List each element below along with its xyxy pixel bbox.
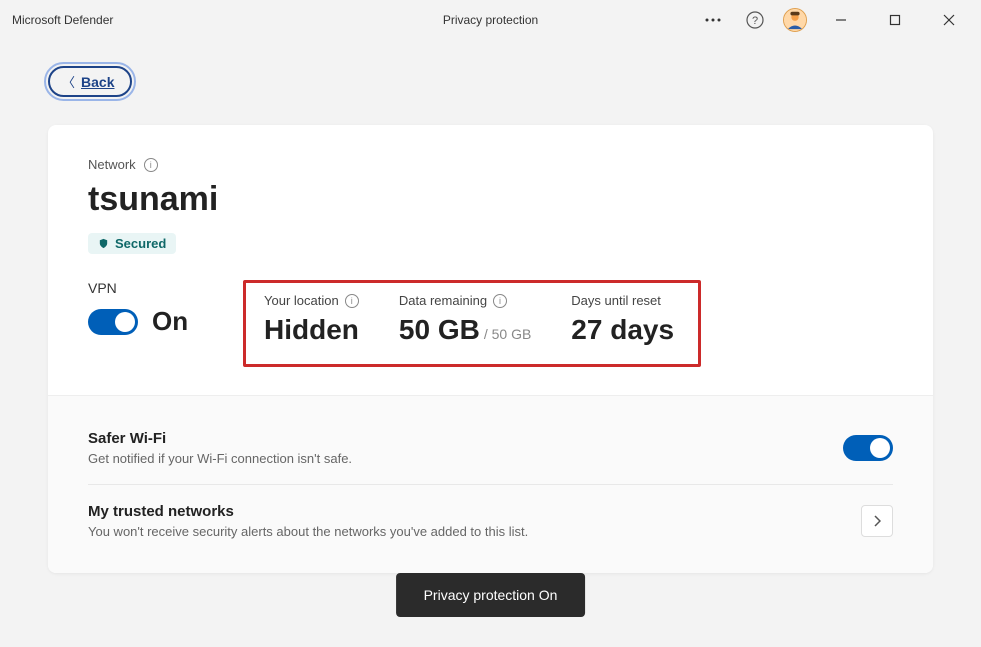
svg-text:?: ?	[752, 15, 758, 27]
vpn-state: On	[152, 306, 188, 337]
location-stat: Your location i Hidden	[264, 293, 359, 346]
network-label: Network	[88, 157, 136, 172]
toast-text: Privacy protection On	[424, 587, 558, 603]
trusted-title: My trusted networks	[88, 503, 861, 520]
chevron-right-icon[interactable]	[861, 505, 893, 537]
vpn-toggle[interactable]	[88, 309, 138, 335]
more-icon[interactable]	[699, 6, 727, 34]
data-label: Data remaining	[399, 293, 487, 308]
safer-wifi-desc: Get notified if your Wi-Fi connection is…	[88, 451, 843, 466]
trusted-desc: You won't receive security alerts about …	[88, 524, 861, 539]
reset-label: Days until reset	[571, 293, 661, 308]
avatar[interactable]	[783, 8, 807, 32]
data-stat: Data remaining i 50 GB/ 50 GB	[399, 293, 531, 346]
data-value: 50 GB/ 50 GB	[399, 314, 531, 346]
back-label: Back	[81, 74, 114, 90]
status-badge: Secured	[88, 233, 176, 254]
info-icon[interactable]: i	[144, 158, 158, 172]
shield-icon	[98, 238, 109, 249]
main-card: Network i tsunami Secured VPN On Your lo…	[48, 125, 933, 573]
location-value: Hidden	[264, 314, 359, 346]
chevron-left-icon: 〈	[62, 72, 75, 91]
safer-wifi-toggle[interactable]	[843, 435, 893, 461]
app-title: Microsoft Defender	[12, 13, 113, 27]
safer-wifi-row: Safer Wi-Fi Get notified if your Wi-Fi c…	[88, 418, 893, 478]
network-name: tsunami	[88, 180, 893, 219]
info-icon[interactable]: i	[345, 294, 359, 308]
vpn-block: VPN On	[88, 280, 243, 337]
maximize-button[interactable]	[875, 6, 915, 34]
stats-highlight: Your location i Hidden Data remaining i …	[243, 280, 701, 367]
trusted-networks-row[interactable]: My trusted networks You won't receive se…	[88, 484, 893, 551]
toast: Privacy protection On	[396, 573, 586, 617]
info-icon[interactable]: i	[493, 294, 507, 308]
status-text: Secured	[115, 236, 166, 251]
close-button[interactable]	[929, 6, 969, 34]
title-bar: Microsoft Defender Privacy protection ?	[0, 0, 981, 40]
network-label-row: Network i	[88, 157, 893, 172]
vpn-label: VPN	[88, 280, 243, 296]
help-icon[interactable]: ?	[741, 6, 769, 34]
reset-value: 27 days	[571, 314, 674, 346]
back-button[interactable]: 〈 Back	[48, 66, 132, 97]
page-title: Privacy protection	[443, 13, 538, 27]
reset-stat: Days until reset 27 days	[571, 293, 674, 346]
location-label: Your location	[264, 293, 339, 308]
safer-wifi-title: Safer Wi-Fi	[88, 430, 843, 447]
minimize-button[interactable]	[821, 6, 861, 34]
